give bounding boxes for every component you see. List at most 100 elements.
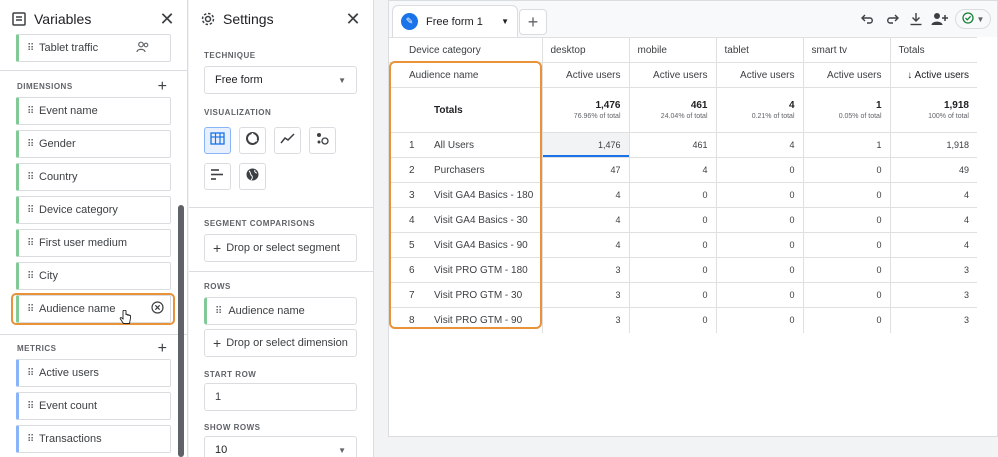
geo-viz-button[interactable] — [239, 163, 266, 190]
table-row[interactable]: 8 Visit PRO GTM - 90 3 0 0 0 3 — [389, 307, 977, 333]
drag-handle-icon[interactable]: ⠿ — [19, 43, 34, 54]
value-cell[interactable]: 4 — [889, 182, 977, 208]
drag-handle-icon[interactable]: ⠿ — [19, 238, 34, 249]
value-cell[interactable]: 0 — [802, 282, 890, 308]
metric-header[interactable]: Active users — [541, 62, 629, 88]
drag-handle-icon[interactable]: ⠿ — [19, 434, 34, 445]
drag-handle-icon[interactable]: ⠿ — [19, 106, 34, 117]
row-label-cell[interactable]: 8 Visit PRO GTM - 90 — [389, 307, 542, 333]
table-row[interactable]: 1 All Users 1,476 461 4 1 1,918 — [389, 132, 977, 158]
value-cell[interactable]: 0 — [802, 307, 890, 333]
table-row[interactable]: 4 Visit GA4 Basics - 30 4 0 0 0 4 — [389, 207, 977, 233]
value-cell[interactable]: 0 — [802, 207, 890, 233]
drag-handle-icon[interactable]: ⠿ — [19, 205, 34, 216]
value-cell[interactable]: 3 — [541, 257, 629, 283]
dimension-device-category[interactable]: ⠿ Device category — [16, 196, 171, 224]
add-dimension-button[interactable]: + — [158, 78, 167, 96]
value-cell[interactable]: 1 — [802, 132, 890, 158]
segment-tablet-traffic[interactable]: ⠿ Tablet traffic — [16, 34, 171, 62]
download-icon[interactable] — [907, 10, 925, 28]
value-cell[interactable]: 3 — [889, 307, 977, 333]
row-label-cell[interactable]: 2 Purchasers — [389, 157, 542, 183]
show-rows-select[interactable]: 10 ▼ — [204, 436, 357, 457]
dimension-gender[interactable]: ⠿ Gender — [16, 130, 171, 158]
caret-down-icon[interactable]: ▼ — [501, 17, 509, 26]
value-cell[interactable]: 0 — [715, 282, 803, 308]
value-cell[interactable]: 0 — [802, 182, 890, 208]
dimension-header[interactable]: Device category — [389, 37, 542, 63]
close-icon[interactable]: ✕ — [157, 9, 177, 30]
value-cell[interactable]: 0 — [715, 207, 803, 233]
add-metric-button[interactable]: + — [158, 340, 167, 358]
column-header[interactable]: Totals — [889, 37, 977, 63]
value-cell[interactable]: 0 — [715, 157, 803, 183]
row-label-cell[interactable]: 7 Visit PRO GTM - 30 — [389, 282, 542, 308]
column-header[interactable]: smart tv — [802, 37, 890, 63]
drag-handle-icon[interactable]: ⠿ — [19, 172, 34, 183]
metric-header[interactable]: Active users — [802, 62, 890, 88]
table-row[interactable]: 7 Visit PRO GTM - 30 3 0 0 0 3 — [389, 282, 977, 308]
share-user-icon[interactable] — [931, 10, 949, 28]
undo-icon[interactable] — [859, 10, 877, 28]
row-label-cell[interactable]: 1 All Users — [389, 132, 542, 158]
value-cell[interactable]: 0 — [628, 232, 716, 258]
value-cell[interactable]: 0 — [715, 307, 803, 333]
value-cell[interactable]: 0 — [715, 232, 803, 258]
row-dimension-header[interactable]: Audience name — [389, 62, 542, 88]
drag-handle-icon[interactable]: ⠿ — [215, 306, 222, 317]
value-cell[interactable]: 0 — [802, 257, 890, 283]
value-cell[interactable]: 4 — [541, 207, 629, 233]
table-row[interactable]: 3 Visit GA4 Basics - 180 4 0 0 0 4 — [389, 182, 977, 208]
value-cell[interactable]: 461 — [628, 132, 716, 158]
dimension-event-name[interactable]: ⠿ Event name — [16, 97, 171, 125]
drag-handle-icon[interactable]: ⠿ — [19, 368, 34, 379]
metric-header[interactable]: Active users — [628, 62, 716, 88]
row-label-cell[interactable]: 4 Visit GA4 Basics - 30 — [389, 207, 542, 233]
dimension-country[interactable]: ⠿ Country — [16, 163, 171, 191]
value-cell[interactable]: 0 — [802, 157, 890, 183]
table-row[interactable]: 2 Purchasers 47 4 0 0 49 — [389, 157, 977, 183]
segment-dropzone[interactable]: + Drop or select segment — [204, 234, 357, 262]
close-icon[interactable]: ✕ — [343, 9, 363, 30]
row-label-cell[interactable]: 5 Visit GA4 Basics - 90 — [389, 232, 542, 258]
value-cell[interactable]: 0 — [628, 257, 716, 283]
metric-event-count[interactable]: ⠿ Event count — [16, 392, 171, 420]
drag-handle-icon[interactable]: ⠿ — [19, 401, 34, 412]
row-label-cell[interactable]: 3 Visit GA4 Basics - 180 — [389, 182, 542, 208]
value-cell[interactable]: 4 — [541, 232, 629, 258]
table-row[interactable]: 6 Visit PRO GTM - 180 3 0 0 0 3 — [389, 257, 977, 283]
value-cell[interactable]: 4 — [628, 157, 716, 183]
value-cell[interactable]: 1,918 — [889, 132, 977, 158]
technique-select[interactable]: Free form ▼ — [204, 66, 357, 94]
rows-dropzone[interactable]: + Drop or select dimension — [204, 329, 357, 357]
metric-transactions[interactable]: ⠿ Transactions — [16, 425, 171, 453]
add-tab-button[interactable]: + — [519, 9, 547, 35]
value-cell[interactable]: 0 — [628, 307, 716, 333]
drag-handle-icon[interactable]: ⠿ — [19, 271, 34, 282]
status-check-dropdown[interactable]: ▼ — [955, 9, 991, 29]
column-header[interactable]: desktop — [541, 37, 629, 63]
value-cell[interactable]: 4 — [889, 232, 977, 258]
metric-header[interactable]: Active users — [715, 62, 803, 88]
metric-active-users[interactable]: ⠿ Active users — [16, 359, 171, 387]
value-cell[interactable]: 0 — [715, 182, 803, 208]
value-cell[interactable]: 0 — [715, 257, 803, 283]
value-cell[interactable]: 0 — [802, 232, 890, 258]
metric-header-sorted[interactable]: ↓ Active users — [889, 62, 977, 88]
start-row-input[interactable]: 1 — [204, 383, 357, 411]
bar-viz-button[interactable] — [204, 163, 231, 190]
column-header[interactable]: tablet — [715, 37, 803, 63]
column-header[interactable]: mobile — [628, 37, 716, 63]
value-cell[interactable]: 49 — [889, 157, 977, 183]
value-cell[interactable]: 1,476 — [541, 132, 629, 158]
line-viz-button[interactable] — [274, 127, 301, 154]
value-cell[interactable]: 4 — [715, 132, 803, 158]
drag-handle-icon[interactable]: ⠿ — [19, 139, 34, 150]
table-viz-button[interactable] — [204, 127, 231, 154]
value-cell[interactable]: 3 — [541, 307, 629, 333]
value-cell[interactable]: 0 — [628, 282, 716, 308]
value-cell[interactable]: 47 — [541, 157, 629, 183]
value-cell[interactable]: 4 — [889, 207, 977, 233]
rows-item-audience-name[interactable]: ⠿ Audience name — [204, 297, 357, 325]
dimension-city[interactable]: ⠿ City — [16, 262, 171, 290]
